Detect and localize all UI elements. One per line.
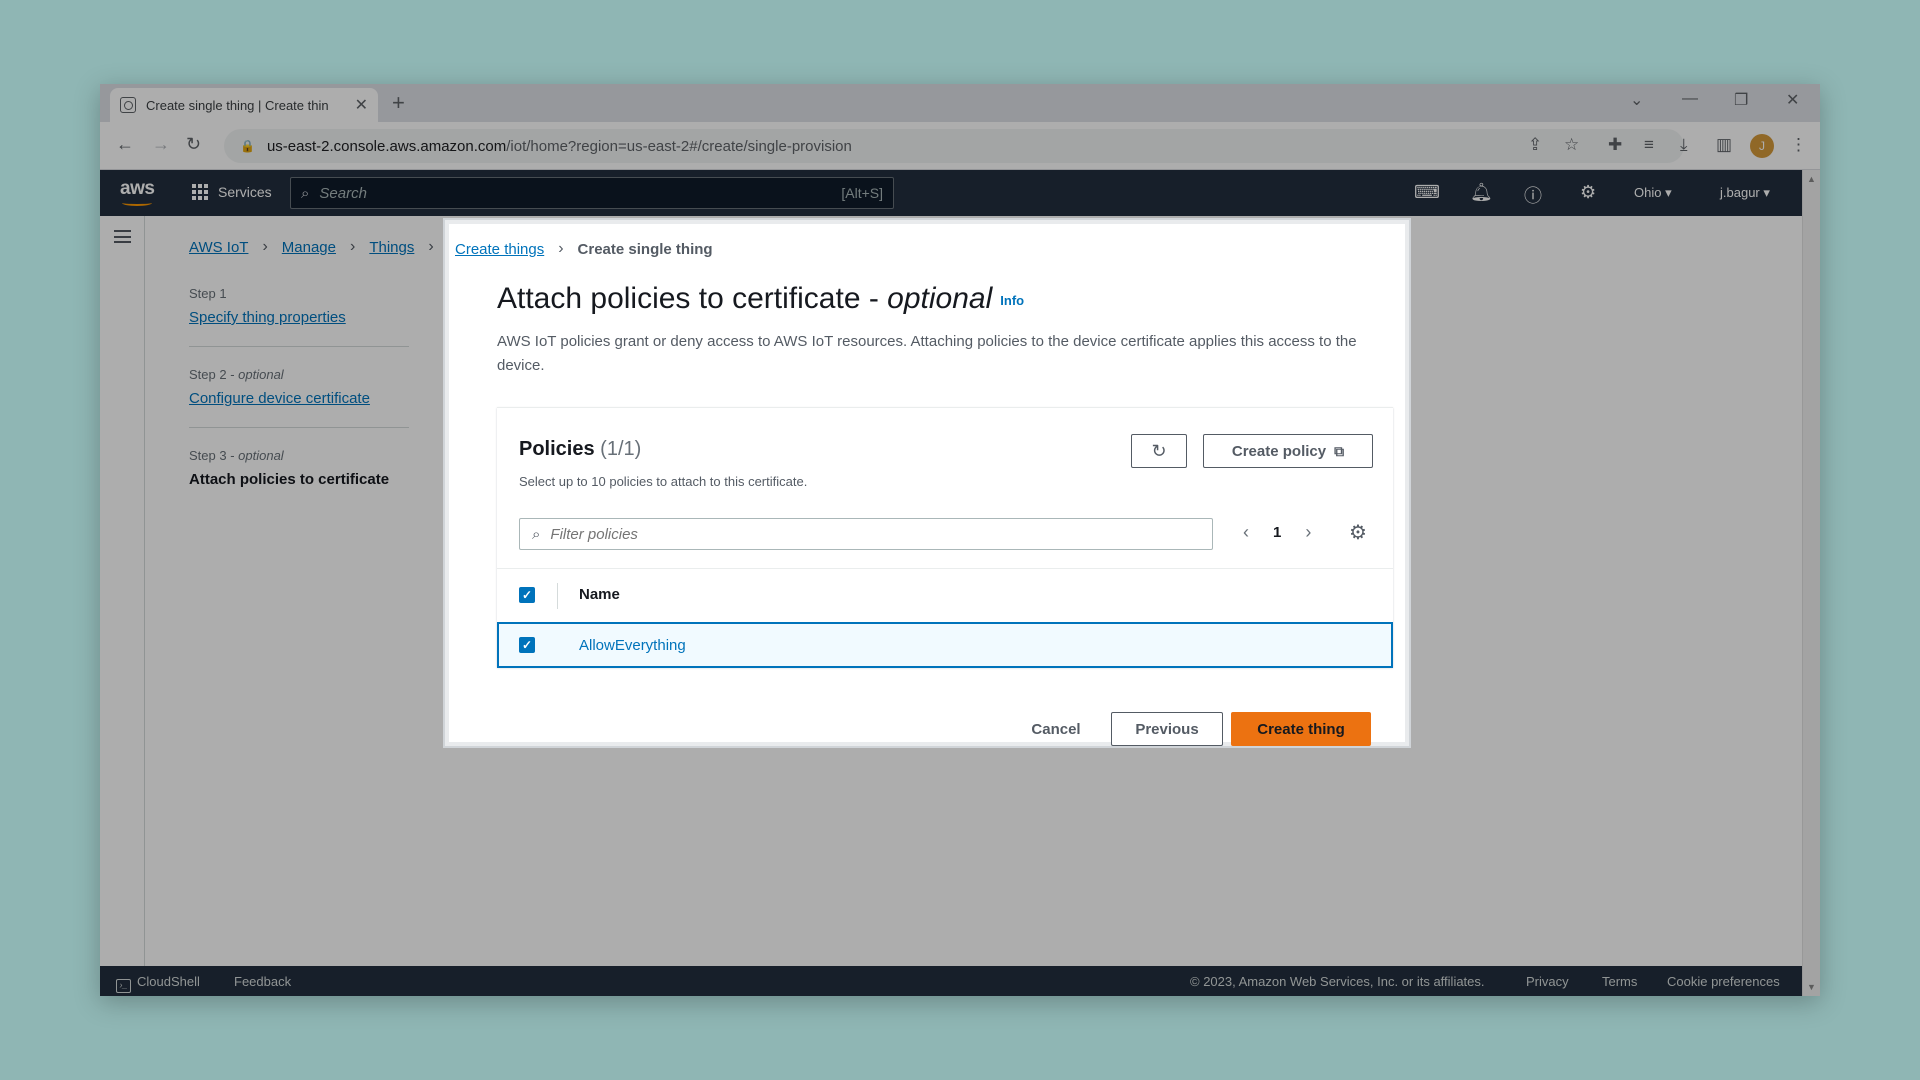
column-header-name[interactable]: Name <box>579 586 620 603</box>
chevron-right-icon: › <box>558 240 564 257</box>
table-row[interactable]: ✓ AllowEverything <box>497 622 1393 668</box>
filter-policies-input[interactable] <box>550 525 1151 543</box>
info-link[interactable]: Info <box>1000 293 1024 308</box>
filter-policies-field[interactable]: ⌕ <box>519 518 1213 550</box>
create-policy-button[interactable]: Create policy ⧉ <box>1203 434 1373 468</box>
row-checkbox[interactable]: ✓ <box>519 637 535 653</box>
previous-page-icon[interactable]: ‹ <box>1235 522 1257 543</box>
table-preferences-gear-icon[interactable]: ⚙ <box>1349 520 1367 545</box>
breadcrumb-current: Create single thing <box>577 240 713 258</box>
page-number[interactable]: 1 <box>1273 524 1281 541</box>
pagination: ‹ 1 › <box>1235 522 1319 543</box>
breadcrumb-create-things[interactable]: Create things <box>455 241 544 258</box>
create-thing-button[interactable]: Create thing <box>1231 712 1371 746</box>
policies-title: Policies (1/1) <box>519 438 642 460</box>
select-all-checkbox[interactable]: ✓ <box>519 587 535 603</box>
browser-window: Create single thing | Create thin ✕ + ⌄ … <box>100 84 1820 996</box>
policies-count: (1/1) <box>600 438 642 460</box>
next-page-icon[interactable]: › <box>1297 522 1319 543</box>
policy-name-link[interactable]: AllowEverything <box>579 637 686 654</box>
page-description: AWS IoT policies grant or deny access to… <box>497 333 1357 374</box>
panel-breadcrumb: Create things › Create single thing <box>455 240 713 258</box>
attach-policies-panel: Create things › Create single thing Atta… <box>445 220 1409 746</box>
refresh-icon: ↻ <box>1151 440 1167 461</box>
policies-subtitle: Select up to 10 policies to attach to th… <box>519 474 808 489</box>
page-title: Attach policies to certificate - optiona… <box>497 282 1025 315</box>
table-header: ✓ Name <box>497 568 1393 622</box>
refresh-button[interactable]: ↻ <box>1131 434 1187 468</box>
previous-button[interactable]: Previous <box>1111 712 1223 746</box>
search-icon: ⌕ <box>532 525 541 543</box>
policies-container: Policies (1/1) Select up to 10 policies … <box>497 407 1393 668</box>
cancel-button[interactable]: Cancel <box>1015 712 1097 746</box>
external-link-icon: ⧉ <box>1334 442 1345 459</box>
column-divider <box>557 583 558 609</box>
